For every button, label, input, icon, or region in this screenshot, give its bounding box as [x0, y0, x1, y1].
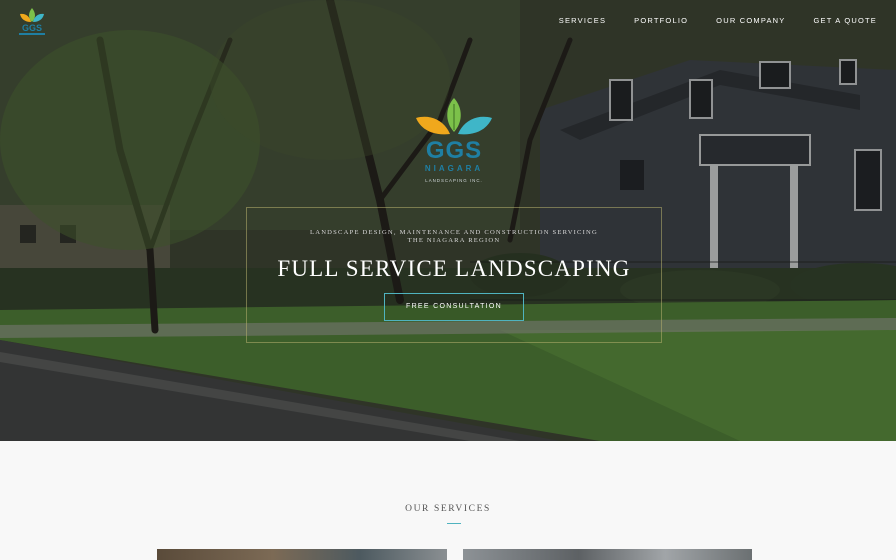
hero-subline-2: THE NIAGARA REGION: [407, 237, 501, 244]
nav-link-get-a-quote[interactable]: GET A QUOTE: [814, 16, 878, 25]
services-title-underline: [447, 523, 461, 524]
hero-section: GGS SERVICES PORTFOLIO OUR COMPANY GET A…: [0, 0, 896, 441]
nav-link-portfolio[interactable]: PORTFOLIO: [634, 16, 688, 25]
hero-subline-1: LANDSCAPE DESIGN, MAINTENANCE AND CONSTR…: [310, 229, 598, 236]
services-title: OUR SERVICES: [405, 504, 491, 514]
main-nav: SERVICES PORTFOLIO OUR COMPANY GET A QUO…: [531, 16, 877, 25]
logo-wordmark: GGS: [426, 137, 482, 164]
nav-link-services[interactable]: SERVICES: [559, 16, 606, 25]
logo-leaf-left-icon: [416, 116, 450, 135]
small-logo-wordmark: GGS: [22, 23, 42, 33]
logo-leaf-right-icon: [458, 116, 492, 135]
logo-tagline: LANDSCAPING INC.: [425, 178, 482, 183]
hero-headline: FULL SERVICE LANDSCAPING: [277, 256, 631, 281]
brand-logo-small[interactable]: GGS: [14, 6, 50, 38]
top-navigation: GGS SERVICES PORTFOLIO OUR COMPANY GET A…: [0, 0, 896, 42]
brand-logo-large: GGS NIAGARA LANDSCAPING INC.: [416, 98, 492, 183]
free-consultation-button[interactable]: FREE CONSULTATION: [384, 293, 524, 321]
nav-link-our-company[interactable]: OUR COMPANY: [716, 16, 785, 25]
service-card-image-2[interactable]: [463, 549, 752, 560]
service-card-image-1[interactable]: [157, 549, 447, 560]
services-section: OUR SERVICES: [0, 441, 896, 560]
hero-tagline-box: LANDSCAPE DESIGN, MAINTENANCE AND CONSTR…: [246, 207, 662, 343]
logo-sub: NIAGARA: [425, 164, 483, 173]
